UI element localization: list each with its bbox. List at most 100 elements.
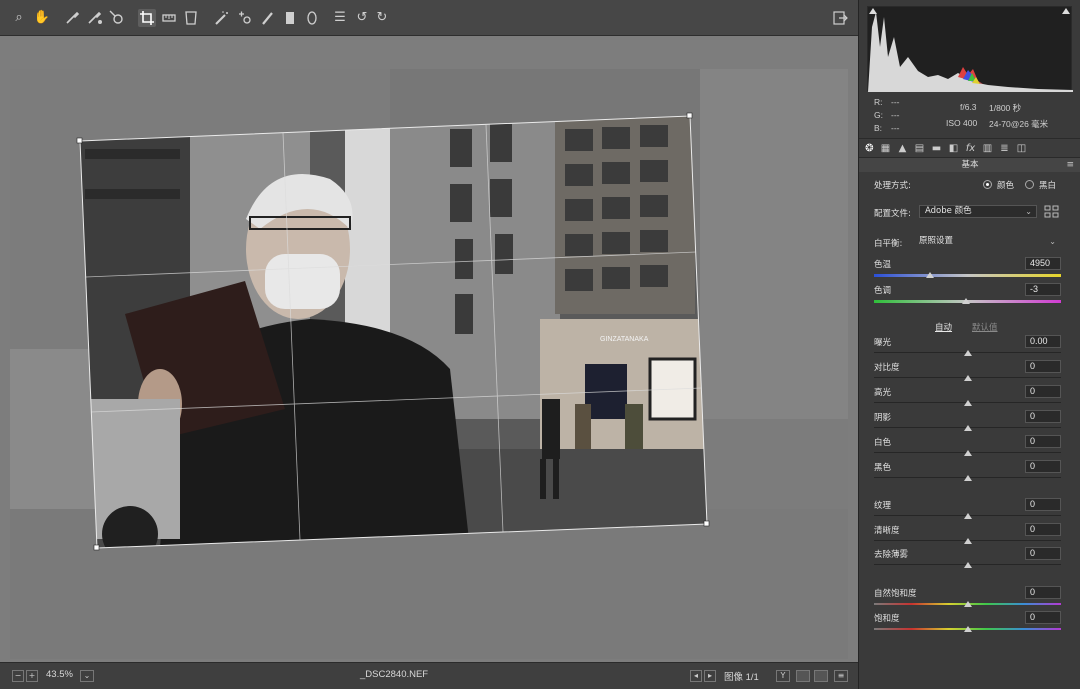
prev-image-button[interactable]: ◂ bbox=[690, 670, 702, 682]
profile-browser-grid-icon[interactable] bbox=[1044, 205, 1059, 218]
blacks-slider-thumb[interactable] bbox=[963, 475, 972, 481]
iso: ISO 400 bbox=[946, 118, 978, 128]
white-balance-tool-icon[interactable] bbox=[63, 9, 81, 27]
section-title: 基本 bbox=[859, 158, 1080, 172]
treatment-color-radio[interactable] bbox=[983, 180, 992, 189]
next-image-button[interactable]: ▸ bbox=[704, 670, 716, 682]
vibrance-value-input[interactable]: 0 bbox=[1025, 586, 1061, 599]
tab-hsl-icon[interactable]: ▤ bbox=[913, 142, 926, 155]
tab-detail-icon[interactable]: ▲ bbox=[896, 142, 909, 155]
treatment-bw-radio[interactable] bbox=[1025, 180, 1034, 189]
default-button[interactable]: 默认值 bbox=[972, 321, 998, 333]
vibrance-label: 自然饱和度 bbox=[874, 589, 917, 599]
whites-value-input[interactable]: 0 bbox=[1025, 435, 1061, 448]
before-after-toggle-icon[interactable] bbox=[796, 670, 810, 682]
shadows-value-input[interactable]: 0 bbox=[1025, 410, 1061, 423]
top-toolbar: ⌕ ✋ ☰ ↺ ↻ bbox=[0, 0, 858, 36]
treatment-label: 处理方式: bbox=[874, 181, 911, 191]
whites-slider-thumb[interactable] bbox=[963, 450, 972, 456]
zoom-dropdown-chevron-icon[interactable]: ⌄ bbox=[80, 670, 94, 682]
clarity-slider-thumb[interactable] bbox=[963, 538, 972, 544]
shop-sign-text: GINZATANAKA bbox=[600, 336, 649, 343]
preferences-icon[interactable]: ☰ bbox=[331, 9, 349, 27]
image-info: R: --- G: --- B: --- f/6.3 1/800 秒 ISO 4… bbox=[859, 93, 1080, 137]
exposure-value-input[interactable]: 0.00 bbox=[1025, 335, 1061, 348]
auto-button[interactable]: 自动 bbox=[935, 321, 952, 333]
white-balance-select[interactable]: 原照设置 ⌄ bbox=[913, 235, 1061, 248]
photo-preview: GINZATANAKA bbox=[10, 69, 848, 659]
profile-label: 配置文件: bbox=[874, 209, 911, 219]
graduated-filter-tool-icon[interactable] bbox=[281, 9, 299, 27]
contrast-slider-thumb[interactable] bbox=[963, 375, 972, 381]
exposure-slider-thumb[interactable] bbox=[963, 350, 972, 356]
texture-slider-thumb[interactable] bbox=[963, 513, 972, 519]
export-icon[interactable] bbox=[831, 9, 849, 27]
shadow-clipping-icon[interactable] bbox=[869, 8, 877, 14]
tab-lens-icon[interactable]: ◧ bbox=[947, 142, 960, 155]
white-balance-label: 白平衡: bbox=[874, 239, 903, 249]
highlights-label: 高光 bbox=[874, 388, 892, 398]
highlights-slider-thumb[interactable] bbox=[963, 400, 972, 406]
image-canvas[interactable]: GINZATANAKA bbox=[0, 36, 858, 662]
contrast-value-input[interactable]: 0 bbox=[1025, 360, 1061, 373]
profile-value: Adobe 颜色 bbox=[925, 206, 972, 216]
chevron-down-icon: ⌄ bbox=[1049, 237, 1056, 246]
lens-info: 24-70@26 毫米 bbox=[989, 119, 1049, 129]
rotate-left-icon[interactable]: ↺ bbox=[353, 9, 371, 27]
highlights-value-input[interactable]: 0 bbox=[1025, 385, 1061, 398]
hand-tool-icon[interactable]: ✋ bbox=[33, 9, 51, 27]
before-after-y-icon[interactable]: Y bbox=[776, 670, 790, 682]
texture-value-input[interactable]: 0 bbox=[1025, 498, 1061, 511]
dehaze-value-input[interactable]: 0 bbox=[1025, 547, 1061, 560]
tab-split-toning-icon[interactable]: ▬ bbox=[930, 142, 943, 155]
g-value: --- bbox=[891, 110, 900, 120]
status-bar: − + 43.5% ⌄ _DSC2840.NEF ◂ ▸ 图像 1/1 Y ≡ bbox=[0, 662, 858, 689]
shadows-slider-thumb[interactable] bbox=[963, 425, 972, 431]
blacks-label: 黑色 bbox=[874, 463, 892, 473]
zoom-tool-icon[interactable]: ⌕ bbox=[10, 9, 28, 27]
tint-value-input[interactable]: -3 bbox=[1025, 283, 1061, 296]
crop-tool-icon[interactable] bbox=[138, 9, 156, 27]
saturation-slider-thumb[interactable] bbox=[963, 626, 972, 632]
aperture: f/6.3 bbox=[960, 102, 977, 112]
vibrance-slider-thumb[interactable] bbox=[963, 601, 972, 607]
dehaze-label: 去除薄雾 bbox=[874, 550, 909, 560]
section-menu-icon[interactable]: ≡ bbox=[1066, 160, 1074, 170]
chevron-down-icon: ⌄ bbox=[1025, 207, 1032, 216]
blacks-value-input[interactable]: 0 bbox=[1025, 460, 1061, 473]
temp-value-input[interactable]: 4950 bbox=[1025, 257, 1061, 270]
tab-effects-icon[interactable]: fx bbox=[964, 142, 977, 155]
straighten-tool-icon[interactable] bbox=[160, 9, 178, 27]
tab-calibration-icon[interactable]: ▥ bbox=[981, 142, 994, 155]
transform-tool-icon[interactable] bbox=[182, 9, 200, 27]
tint-label: 色调 bbox=[874, 286, 892, 296]
tint-slider-thumb[interactable] bbox=[961, 298, 970, 304]
radial-filter-tool-icon[interactable] bbox=[303, 9, 321, 27]
exposure-label: 曝光 bbox=[874, 338, 892, 348]
saturation-value-input[interactable]: 0 bbox=[1025, 611, 1061, 624]
profile-select[interactable]: Adobe 颜色 ⌄ bbox=[919, 205, 1037, 218]
right-panel: R: --- G: --- B: --- f/6.3 1/800 秒 ISO 4… bbox=[858, 0, 1080, 689]
whites-label: 白色 bbox=[874, 438, 892, 448]
tab-tone-curve-icon[interactable]: ▦ bbox=[879, 142, 892, 155]
temp-slider-thumb[interactable] bbox=[926, 272, 935, 278]
red-eye-tool-icon[interactable] bbox=[236, 9, 254, 27]
highlight-clipping-icon[interactable] bbox=[1062, 8, 1070, 14]
zoom-in-button[interactable]: + bbox=[26, 670, 38, 682]
panel-settings-icon[interactable]: ≡ bbox=[834, 670, 848, 682]
tab-basic-icon[interactable]: ❂ bbox=[863, 142, 876, 155]
panel-tabs: ❂ ▦ ▲ ▤ ▬ ◧ fx ▥ ≣ ◫ bbox=[859, 138, 1080, 158]
targeted-adjustment-tool-icon[interactable] bbox=[108, 9, 126, 27]
zoom-out-button[interactable]: − bbox=[12, 670, 24, 682]
temp-slider-track[interactable] bbox=[874, 274, 1061, 277]
dehaze-slider-thumb[interactable] bbox=[963, 562, 972, 568]
color-sampler-tool-icon[interactable] bbox=[85, 9, 103, 27]
clarity-value-input[interactable]: 0 bbox=[1025, 523, 1061, 536]
rotate-right-icon[interactable]: ↻ bbox=[373, 9, 391, 27]
tab-presets-icon[interactable]: ≣ bbox=[998, 142, 1011, 155]
tab-snapshots-icon[interactable]: ◫ bbox=[1015, 142, 1028, 155]
swap-settings-icon[interactable] bbox=[814, 670, 828, 682]
b-label: B: bbox=[874, 123, 883, 133]
spot-removal-tool-icon[interactable] bbox=[213, 9, 231, 27]
adjustment-brush-tool-icon[interactable] bbox=[259, 9, 277, 27]
